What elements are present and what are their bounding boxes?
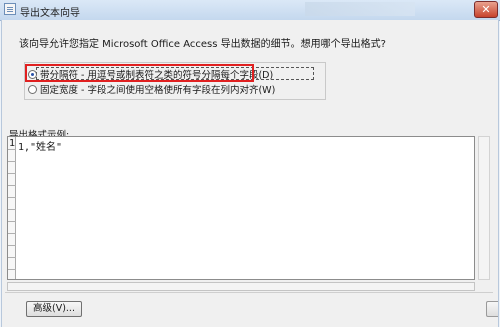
gutter-divider xyxy=(8,257,16,258)
intro-text: 该向导允许您指定 Microsoft Office Access 导出数据的细节… xyxy=(19,39,386,50)
window-title: 导出文本向导 xyxy=(20,8,80,19)
row-number-gutter: 1 xyxy=(8,137,16,279)
horizontal-scrollbar[interactable] xyxy=(7,282,475,291)
fixed-width-label: 固定宽度 - 字段之间使用空格使所有字段在列内对齐(W) xyxy=(40,85,276,96)
gutter-divider xyxy=(8,185,16,186)
gutter-divider xyxy=(8,233,16,234)
gutter-divider xyxy=(8,173,16,174)
row-number: 1 xyxy=(9,138,16,149)
next-button-partial[interactable] xyxy=(486,301,498,317)
gutter-divider xyxy=(8,221,16,222)
footer-divider xyxy=(5,292,493,293)
title-bar: 导出文本向导 ✕ xyxy=(0,0,500,21)
sample-preview[interactable]: 1 1,"姓名" xyxy=(7,136,475,280)
gutter-divider xyxy=(8,209,16,210)
close-button[interactable]: ✕ xyxy=(474,1,498,18)
option-fixed-width[interactable]: 固定宽度 - 字段之间使用空格使所有字段在列内对齐(W) xyxy=(28,82,275,96)
gutter-divider xyxy=(8,149,16,150)
sample-row-text: 1,"姓名" xyxy=(18,142,63,153)
vertical-scrollbar[interactable] xyxy=(478,136,490,280)
highlight-annotation xyxy=(25,64,254,82)
background-window-tab xyxy=(305,2,415,16)
gutter-divider xyxy=(8,161,16,162)
advanced-button[interactable]: 高级(V)... xyxy=(26,301,82,317)
fixed-width-radio[interactable] xyxy=(28,84,37,94)
gutter-divider xyxy=(8,245,16,246)
wizard-icon xyxy=(4,3,16,15)
gutter-divider xyxy=(8,197,16,198)
gutter-divider xyxy=(8,269,16,270)
